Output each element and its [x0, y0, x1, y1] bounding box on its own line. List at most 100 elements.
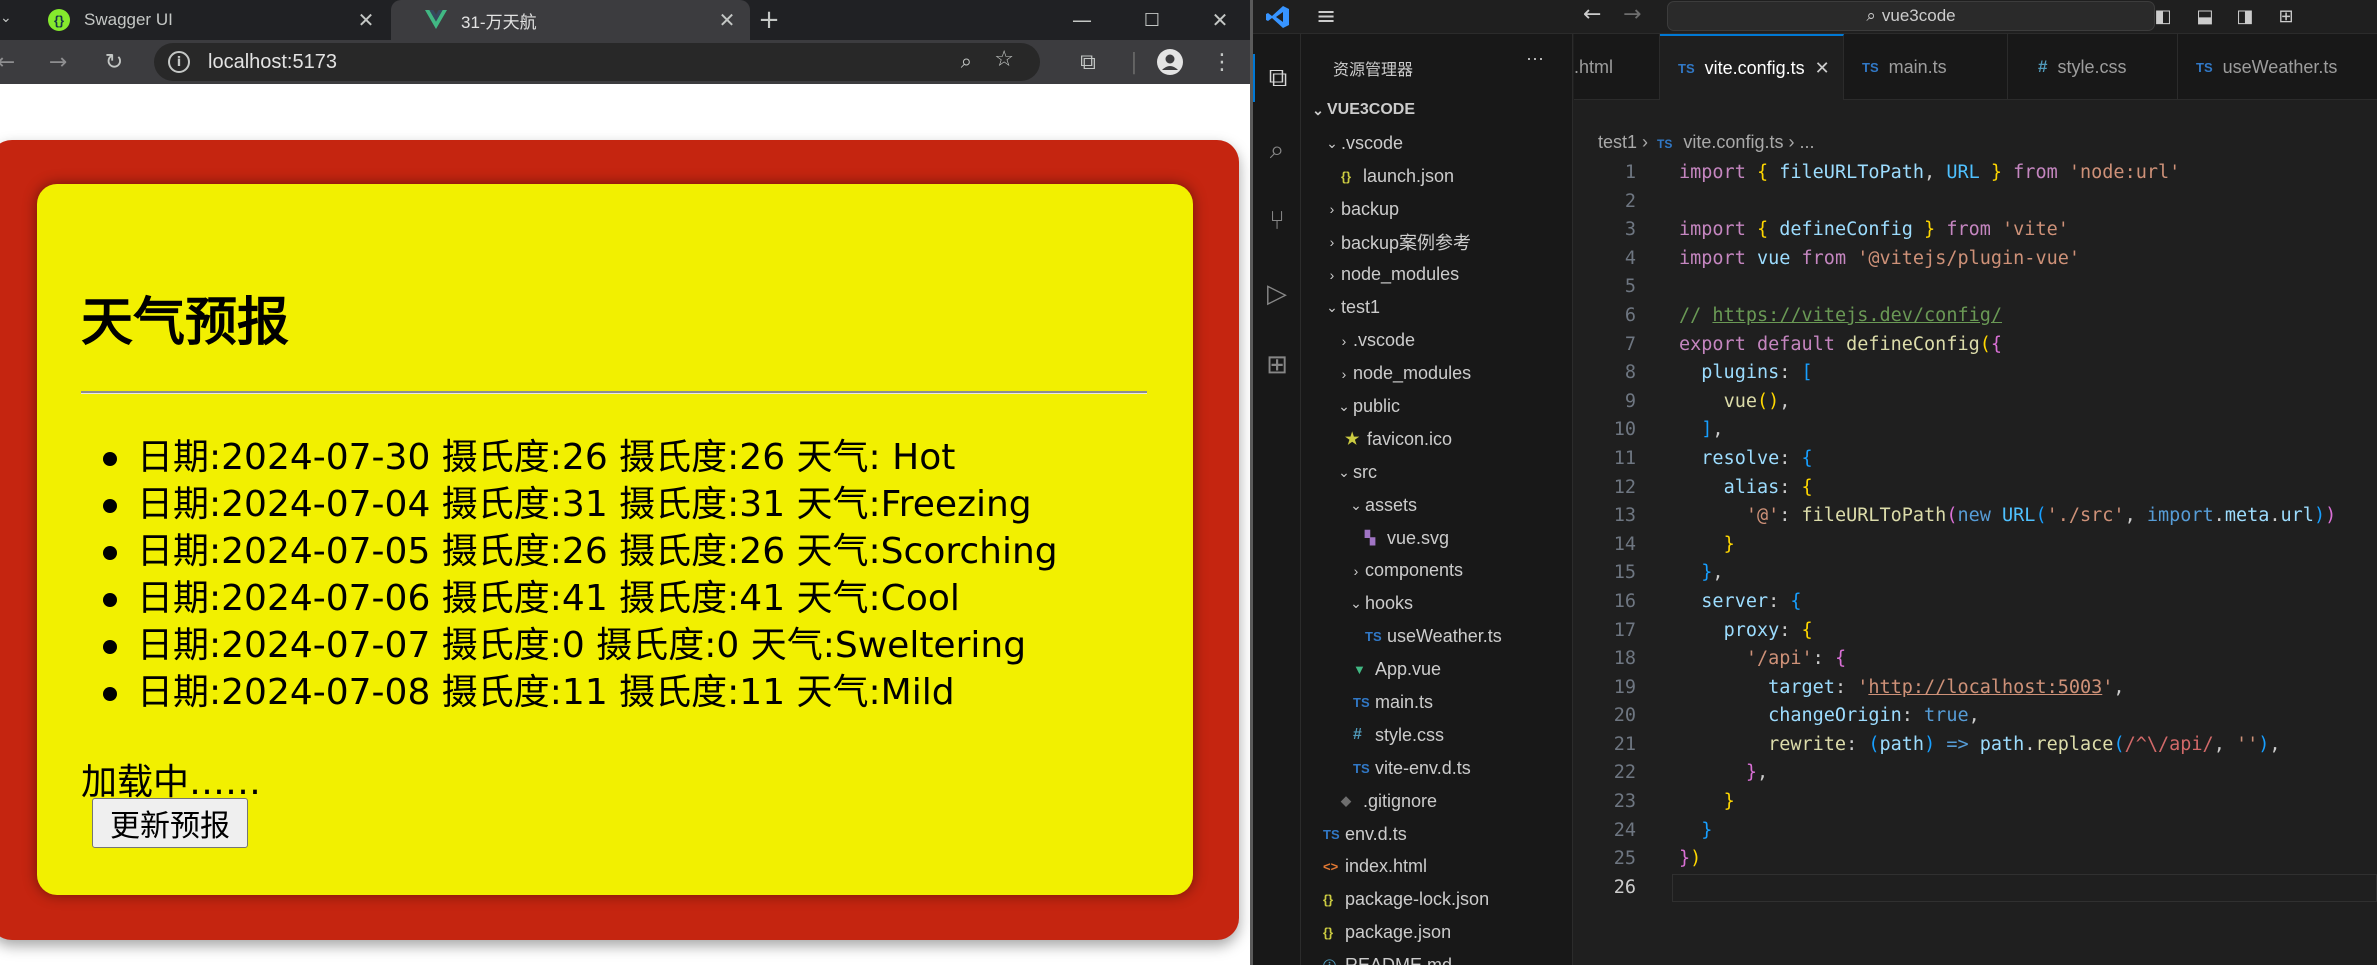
browser-tab-active[interactable]: 31-万天航 ✕ [391, 0, 750, 40]
tree-item[interactable]: TS main.ts [1301, 686, 1573, 719]
code-editor[interactable]: 1 import { fileURLToPath, URL } from 'nod… [1574, 159, 2377, 903]
run-debug-icon[interactable]: ▷ [1253, 270, 1301, 318]
editor-tab-label: vite.config.ts [1704, 57, 1805, 78]
tree-label: src [1353, 461, 1377, 482]
toggle-sidebar-icon[interactable]: ◧ [2148, 2, 2178, 30]
editor-area: .html TS vite.config.ts ✕ TS main.ts # style… [1574, 34, 2377, 965]
breadcrumb-folder[interactable]: test1 [1598, 132, 1637, 152]
browser-tab-swagger[interactable]: {} Swagger UI ✕ [14, 0, 389, 40]
line-number: 8 [1624, 362, 1636, 384]
code-text: rewrite: (path) => path.replace(/^\/api/… [1768, 733, 2281, 755]
bookmark-star-icon[interactable]: ☆ [994, 47, 1014, 72]
swagger-icon: {} [48, 9, 70, 31]
tab-title: Swagger UI [84, 10, 173, 29]
breadcrumb-file[interactable]: vite.config.ts [1683, 132, 1783, 152]
tree-item[interactable]: # style.css [1301, 719, 1573, 752]
tree-item[interactable]: ★ favicon.ico [1301, 423, 1573, 456]
tree-item[interactable]: ⌄ .vscode [1301, 127, 1573, 160]
search-view-icon[interactable]: ⌕ [1253, 126, 1301, 174]
code-line: 16 server: { [1574, 588, 2377, 617]
back-icon[interactable]: ← [0, 42, 26, 82]
tree-item[interactable]: {} package-lock.json [1301, 883, 1573, 916]
editor-tab-vite-config[interactable]: TS vite.config.ts ✕ [1660, 34, 1844, 100]
site-info-icon[interactable]: i [168, 51, 190, 73]
tree-item[interactable]: TS useWeather.ts [1301, 620, 1573, 653]
toggle-secondary-sidebar-icon[interactable]: ◨ [2230, 2, 2260, 30]
tree-item[interactable]: ⓘREADME.md [1301, 949, 1573, 965]
editor-tab-label: useWeather.ts [2222, 56, 2338, 77]
tree-item[interactable]: › backup [1301, 193, 1573, 226]
tree-label: useWeather.ts [1387, 626, 1502, 647]
chevron-down-icon: ⌄ [1312, 101, 1324, 118]
tree-item[interactable]: ⌄ assets [1301, 489, 1573, 522]
reload-icon[interactable]: ↻ [94, 42, 134, 82]
source-control-icon[interactable]: ⑂ [1253, 197, 1301, 245]
explorer-icon[interactable]: ⧉ [1253, 54, 1301, 102]
editor-tab-main[interactable]: TS main.ts [1844, 34, 2008, 100]
close-window-icon[interactable]: ✕ [1190, 0, 1250, 40]
editor-tab-label: style.css [2057, 56, 2127, 77]
tree-item[interactable]: › backup案例参考 [1301, 226, 1573, 259]
code-line: 14 } [1574, 531, 2377, 560]
tree-item[interactable]: › components [1301, 554, 1573, 587]
tree-item[interactable]: › node_modules [1301, 357, 1573, 390]
refresh-forecast-button[interactable]: 更新预报 [92, 798, 248, 848]
more-actions-icon[interactable]: ··· [1526, 48, 1544, 69]
tree-root[interactable]: ⌄ VUE3CODE [1301, 94, 1573, 127]
code-line: 10 ], [1574, 416, 2377, 445]
zoom-icon[interactable]: ⌕ [961, 49, 972, 73]
tree-item[interactable]: <> index.html [1301, 850, 1573, 883]
tree-label: env.d.ts [1345, 823, 1407, 844]
code-line: 7 export default defineConfig({ [1574, 331, 2377, 360]
editor-tab-style[interactable]: # style.css [2008, 34, 2178, 100]
tab-search-chevron-icon[interactable]: ⌄ [0, 10, 14, 30]
close-tab-icon[interactable]: ✕ [712, 8, 742, 33]
maximize-icon[interactable]: ☐ [1122, 0, 1182, 40]
tree-item[interactable]: TS env.d.ts [1301, 818, 1573, 851]
minimize-icon[interactable]: — [1052, 0, 1112, 40]
tree-item[interactable]: › .vscode [1301, 324, 1573, 357]
nav-back-icon[interactable]: ← [1583, 2, 1601, 27]
tree-item[interactable]: ⌄ public [1301, 390, 1573, 423]
tree-item[interactable]: ▼ App.vue [1301, 653, 1573, 686]
file-tree: ⌄ VUE3CODE ⌄ .vscode {} launch.json › backup… [1301, 94, 1573, 965]
profile-avatar-icon[interactable] [1150, 42, 1190, 82]
chevron-right-icon: › [1329, 266, 1335, 283]
address-bar[interactable]: i localhost:5173 ⌕ ☆ [154, 43, 1040, 81]
tree-label: style.css [1375, 724, 1445, 745]
toggle-panel-icon[interactable]: ⬓ [2190, 2, 2220, 30]
tree-label: .vscode [1353, 330, 1416, 351]
favicon-file-icon: ★ [1345, 431, 1360, 449]
gitignore-file-icon: ◆ [1341, 793, 1351, 809]
tree-item[interactable]: {} launch.json [1301, 160, 1573, 193]
tree-label: index.html [1345, 856, 1428, 877]
toolbar-divider: | [1130, 49, 1138, 75]
tree-item[interactable]: ⌄ test1 [1301, 291, 1573, 324]
browser-menu-icon[interactable]: ⋮ [1202, 42, 1242, 82]
tree-item[interactable]: ◆ .gitignore [1301, 785, 1573, 818]
tree-item[interactable]: TS vite-env.d.ts [1301, 752, 1573, 785]
tree-item[interactable]: › node_modules [1301, 258, 1573, 291]
forward-icon[interactable]: → [38, 42, 78, 82]
editor-tab-html[interactable]: .html [1572, 34, 1660, 100]
customize-layout-icon[interactable]: ⊞ [2271, 2, 2301, 30]
close-editor-icon[interactable]: ✕ [1815, 58, 1830, 79]
new-tab-icon[interactable]: + [752, 0, 786, 40]
tree-item[interactable]: {} package.json [1301, 916, 1573, 949]
extensions-view-icon[interactable]: ⊞ [1253, 341, 1301, 389]
breadcrumb-symbol[interactable]: ... [1799, 132, 1814, 152]
editor-tab-useweather[interactable]: TS useWeather.ts [2178, 34, 2377, 100]
hamburger-menu-icon[interactable]: ≡ [1316, 2, 1336, 30]
tree-item[interactable]: ⌄ hooks [1301, 587, 1573, 620]
tree-item[interactable]: ▚ vue.svg [1301, 522, 1573, 555]
close-tab-icon[interactable]: ✕ [351, 8, 381, 33]
code-text: ], [1701, 419, 1724, 441]
browser-window: ⌄ {} Swagger UI ✕ 31-万天航 ✕ + — ☐ ✕ ← → ↻ [0, 0, 1250, 965]
code-text: server: { [1701, 590, 1802, 612]
code-text: resolve: { [1701, 447, 1813, 469]
extensions-icon[interactable]: ⧉ [1068, 42, 1108, 82]
command-center-search[interactable]: ⌕ vue3code [1667, 1, 2155, 31]
nav-forward-icon[interactable]: → [1623, 2, 1641, 27]
tree-item[interactable]: ⌄ src [1301, 456, 1573, 489]
ts-file-icon: TS [1365, 629, 1382, 645]
